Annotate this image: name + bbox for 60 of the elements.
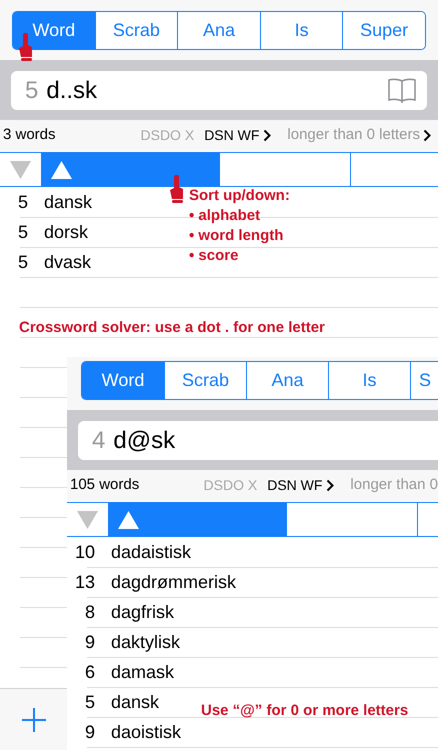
letter-count: 4 [92, 426, 106, 456]
pointing-hand-icon [19, 33, 33, 61]
tab[interactable]: Super [342, 12, 425, 49]
chevron-right-icon [263, 129, 272, 142]
word-text[interactable]: dadaistisk [111, 539, 192, 566]
query-text: d@sk [113, 426, 176, 456]
word-text[interactable]: daoistisk [111, 719, 182, 746]
search-field[interactable]: 4 d@sk [78, 421, 438, 460]
annotation-item: • alphabet [189, 206, 262, 226]
triangle-down-icon [10, 160, 31, 178]
annotation-item: • word length [189, 226, 284, 246]
annotation-title: Sort up/down: [189, 186, 290, 206]
tab[interactable]: S [410, 362, 438, 399]
word-length: 5 [16, 221, 28, 244]
word-length: 8 [84, 601, 95, 624]
word-text[interactable]: dagfrisk [111, 599, 174, 626]
pointing-hand-icon [170, 175, 184, 203]
query-text: d..sk [46, 76, 98, 106]
tab[interactable]: Ana [177, 12, 260, 49]
word-length: 5 [84, 691, 95, 714]
word-text[interactable]: damask [111, 659, 174, 686]
annotation-text: Crossword solver: use a dot . for one letter [19, 318, 325, 338]
tab[interactable]: Scrab [164, 362, 246, 399]
dictionary-label[interactable]: DSN WF [267, 475, 322, 496]
word-text[interactable]: dagdrømmerisk [111, 569, 236, 596]
sort-button[interactable] [108, 503, 287, 536]
search-field[interactable]: 5 d..sk [11, 71, 427, 110]
word-text[interactable]: dansk [111, 689, 160, 716]
tab[interactable]: Scrab [94, 12, 178, 49]
word-length: 5 [16, 191, 28, 214]
word-text[interactable]: dvask [44, 249, 92, 276]
add-button[interactable] [21, 706, 47, 732]
tab[interactable]: Is [260, 12, 342, 49]
word-length: 9 [84, 721, 95, 744]
word-text[interactable]: dorsk [44, 219, 88, 246]
word-length: 10 [74, 541, 95, 564]
word-length: 6 [84, 661, 95, 684]
sort-button[interactable] [41, 153, 220, 186]
tab[interactable]: Word [82, 362, 164, 399]
letter-count: 5 [25, 76, 38, 106]
dictionary-label[interactable]: DSN WF [204, 125, 260, 146]
word-length: 9 [84, 631, 95, 654]
word-text[interactable]: daktylisk [111, 629, 180, 656]
triangle-up-icon [51, 160, 72, 178]
tab[interactable]: Is [328, 362, 410, 399]
word-count: 3 words [3, 125, 57, 146]
triangle-up-icon [118, 510, 139, 528]
book-icon [387, 76, 417, 104]
chevron-right-icon [423, 129, 431, 142]
chevron-right-icon [326, 479, 334, 492]
annotation-text: Use “@” for 0 or more letters [201, 701, 408, 721]
triangle-down-icon [77, 510, 98, 528]
word-count: 105 words [70, 475, 140, 496]
annotation-item: • score [189, 246, 240, 266]
word-length: 13 [74, 571, 95, 594]
word-text[interactable]: dansk [44, 189, 92, 216]
word-length: 5 [16, 251, 28, 274]
tab[interactable]: Word [13, 12, 95, 49]
tab[interactable]: Ana [246, 362, 328, 399]
plus-icon [21, 706, 47, 732]
